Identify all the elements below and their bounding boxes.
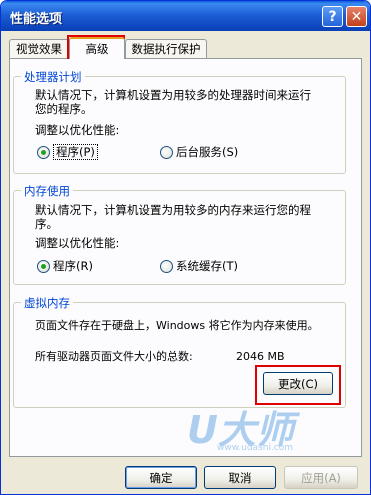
performance-options-window: 性能选项 ? ✕ 视觉效果 高级 数据执行保护 处理器计划 默认情况下，计算机设… bbox=[0, 0, 371, 495]
memory-system-cache-radio[interactable] bbox=[160, 260, 173, 273]
memory-adjust-label: 调整以优化性能: bbox=[35, 236, 120, 250]
udashi-watermark: U大师 www.udashi.com bbox=[187, 399, 337, 459]
udashi-url: www.udashi.com bbox=[217, 443, 294, 453]
help-button[interactable]: ? bbox=[322, 6, 343, 27]
processor-background-services-radio[interactable] bbox=[160, 146, 173, 159]
memory-description-line1: 默认情况下，计算机设置为用较多的内存来运行您的程 bbox=[35, 203, 311, 217]
processor-background-services-label[interactable]: 后台服务(S) bbox=[176, 145, 238, 159]
memory-usage-title: 内存使用 bbox=[21, 183, 73, 199]
virtual-memory-title: 虚拟内存 bbox=[21, 295, 73, 311]
paging-file-total-value: 2046 MB bbox=[236, 350, 285, 363]
processor-description-line1: 默认情况下，计算机设置为用较多的处理器时间来运行 bbox=[35, 88, 311, 102]
processor-programs-radio[interactable] bbox=[37, 146, 50, 159]
memory-programs-radio[interactable] bbox=[37, 260, 50, 273]
tab-visual-effects[interactable]: 视觉效果 bbox=[9, 39, 69, 58]
processor-scheduling-title: 处理器计划 bbox=[21, 69, 85, 85]
window-title: 性能选项 bbox=[10, 12, 63, 27]
processor-programs-label[interactable]: 程序(P) bbox=[53, 144, 98, 160]
virtual-memory-description: 页面文件存在于硬盘上，Windows 将它作为内存来使用。 bbox=[35, 319, 319, 332]
processor-description-line2: 您的程序。 bbox=[35, 102, 93, 116]
close-button[interactable]: ✕ bbox=[346, 6, 367, 27]
ok-button[interactable]: 确定 bbox=[125, 466, 197, 489]
processor-adjust-label: 调整以优化性能: bbox=[35, 123, 120, 137]
cancel-button[interactable]: 取消 bbox=[204, 466, 276, 489]
memory-system-cache-label[interactable]: 系统缓存(T) bbox=[176, 259, 238, 273]
title-bar[interactable]: 性能选项 ? ✕ bbox=[1, 1, 370, 31]
tab-data-execution-prevention[interactable]: 数据执行保护 bbox=[125, 39, 207, 58]
memory-programs-label[interactable]: 程序(R) bbox=[53, 259, 93, 273]
memory-description-line2: 序。 bbox=[35, 217, 58, 231]
apply-button[interactable]: 应用(A) bbox=[284, 466, 358, 489]
tab-advanced[interactable]: 高级 bbox=[69, 37, 125, 59]
paging-file-total-label: 所有驱动器页面文件大小的总数: bbox=[35, 350, 193, 363]
